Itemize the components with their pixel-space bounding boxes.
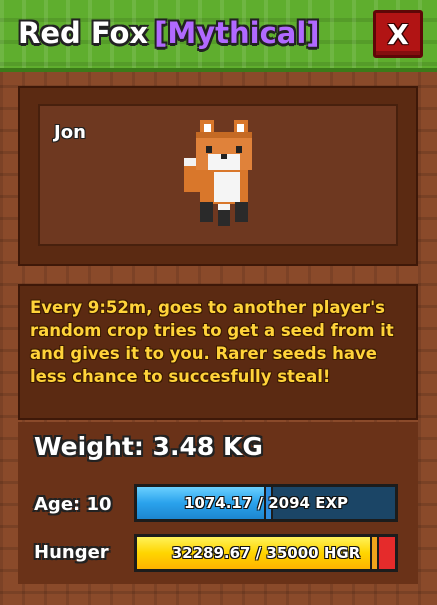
age-label: Age: 10 — [34, 494, 112, 515]
ability-description: Every 9:52m, goes to another player's ra… — [30, 298, 394, 386]
rarity-label: [Mythical] — [154, 16, 320, 50]
close-icon: X — [387, 17, 409, 51]
pet-name: Red Fox — [18, 16, 149, 50]
weight-label: Weight: 3.48 KG — [34, 432, 263, 461]
close-button[interactable]: X — [373, 10, 423, 58]
hunger-label: Hunger — [34, 542, 109, 563]
red-fox-voxel-icon — [184, 120, 252, 226]
owner-name: Jon — [54, 122, 86, 143]
stats-panel: Weight: 3.48 KG Age: 10 1074.17 / 2094 E… — [18, 422, 418, 584]
hunger-text: 32289.67 / 35000 HGR — [171, 544, 361, 562]
ability-description-box: Every 9:52m, goes to another player's ra… — [18, 284, 418, 420]
exp-bar: 1074.17 / 2094 EXP — [134, 484, 398, 522]
exp-text: 1074.17 / 2094 EXP — [183, 494, 349, 512]
pet-preview-frame: Jon — [18, 86, 418, 266]
pet-preview: Jon — [38, 104, 398, 246]
pet-title: Red Fox [Mythical] — [18, 16, 320, 50]
hunger-bar: 32289.67 / 35000 HGR — [134, 534, 398, 572]
title-bar: Red Fox [Mythical] X — [0, 0, 437, 72]
